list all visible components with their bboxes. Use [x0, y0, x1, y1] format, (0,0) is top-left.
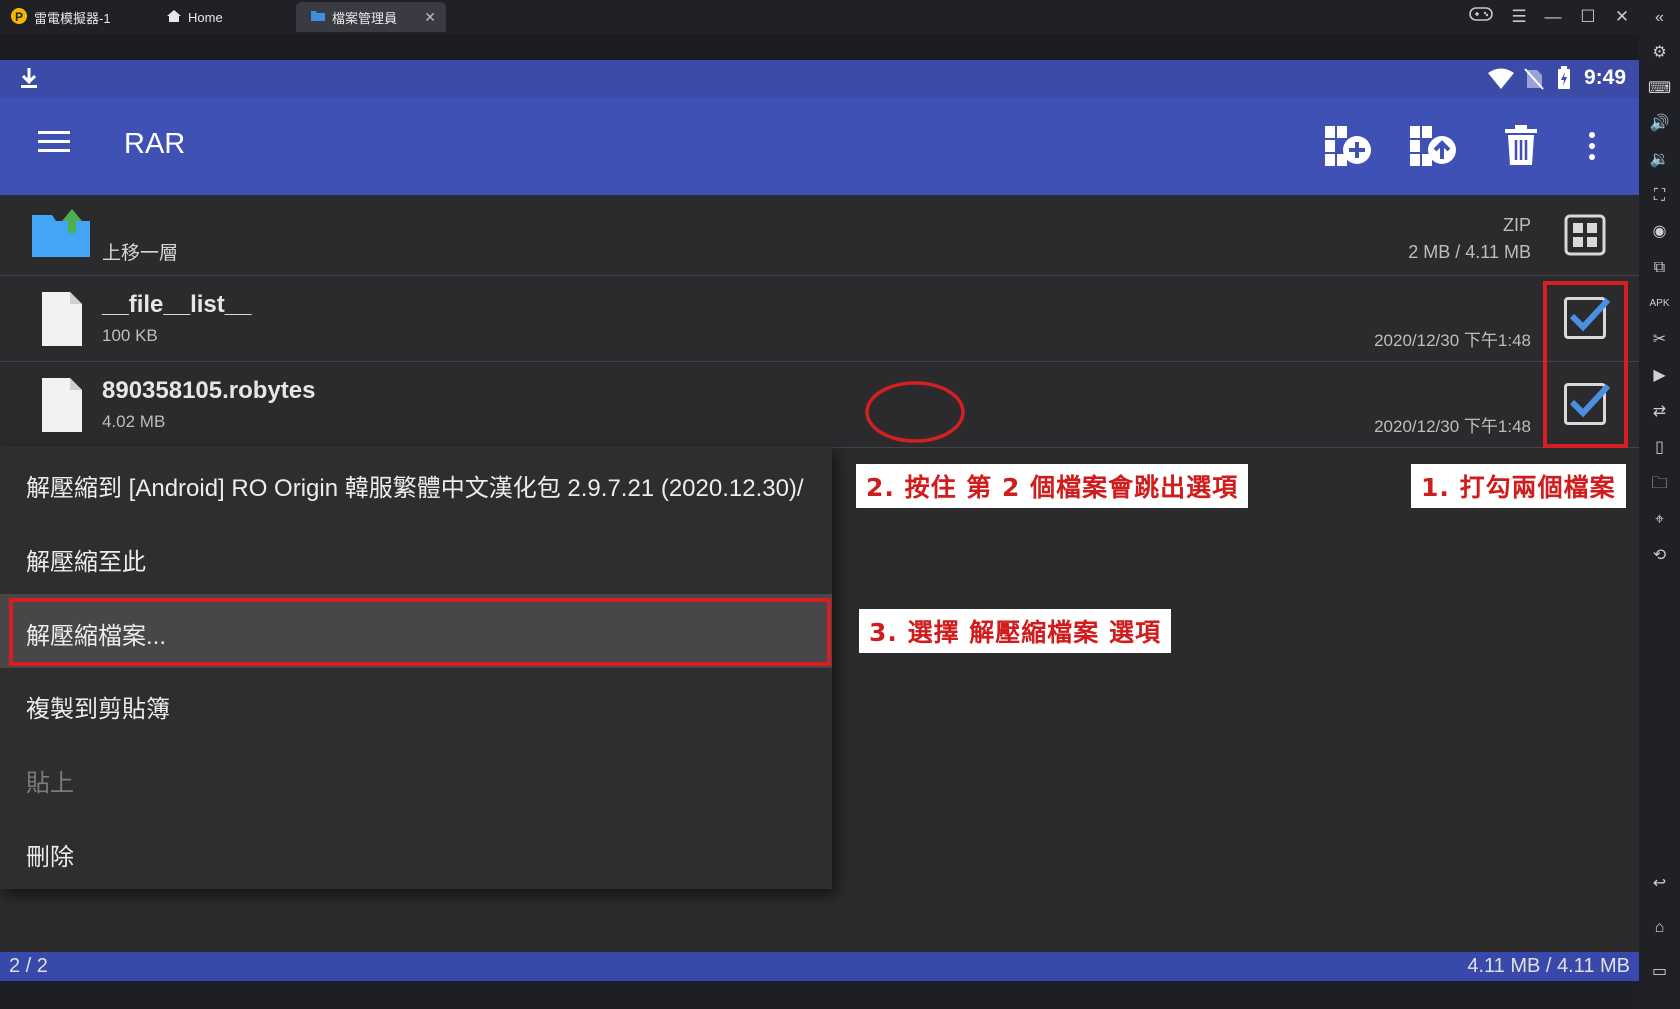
file-icon — [40, 290, 84, 353]
ldplayer-logo-icon: P — [10, 7, 28, 28]
keyboard-icon[interactable]: ⌨ — [1639, 79, 1680, 99]
file-icon — [40, 376, 84, 439]
folder-up-icon — [30, 207, 92, 264]
tab-label: Home — [188, 9, 223, 25]
checkbox-highlight-box — [1543, 281, 1628, 448]
tab-label: 雷電模擬器-1 — [34, 10, 111, 26]
shake-icon[interactable]: ▯ — [1639, 438, 1680, 458]
collapse-sidebar-icon[interactable]: « — [1639, 8, 1680, 28]
file-size: 100 KB — [102, 326, 158, 345]
file-row[interactable]: __file__list__ 100 KB 2020/12/30 下午1:48 — [0, 276, 1639, 362]
home-icon — [166, 9, 182, 26]
more-options-icon[interactable] — [1588, 132, 1596, 165]
selection-total-size: 4.11 MB / 4.11 MB — [1467, 955, 1630, 977]
menu-item-highlight-box — [9, 598, 831, 666]
annotation-step-2: 2. 按住 第 2 個檔案會跳出選項 — [856, 464, 1249, 508]
archive-type: ZIP — [1502, 215, 1531, 235]
tab-file-manager[interactable]: 檔案管理員 ✕ — [296, 2, 446, 32]
file-date: 2020/12/30 下午1:48 — [1374, 331, 1531, 350]
menu-item-paste: 貼上 — [26, 770, 74, 797]
scissors-icon[interactable]: ✂ — [1639, 330, 1680, 350]
menu-item-extract-to-folder[interactable]: 解壓縮到 [Android] RO Origin 韓服繁體中文漢化包 2.9.7… — [26, 468, 804, 503]
menu-item-delete[interactable]: 刪除 — [26, 837, 74, 872]
folder-icon — [310, 9, 326, 25]
annotation-step-1: 1. 打勾兩個檔案 — [1411, 464, 1626, 508]
multi-instance-icon[interactable]: ⧉ — [1639, 258, 1680, 278]
file-date: 2020/12/30 下午1:48 — [1374, 417, 1531, 436]
context-menu: 解壓縮到 [Android] RO Origin 韓服繁體中文漢化包 2.9.7… — [0, 446, 832, 889]
sync-icon[interactable]: ⇄ — [1639, 402, 1680, 422]
video-icon[interactable]: ▶ — [1639, 366, 1680, 386]
back-icon[interactable]: ↩ — [1639, 874, 1680, 894]
maximize-icon[interactable]: ☐ — [1577, 6, 1599, 28]
folder-icon[interactable]: 🗀 — [1639, 474, 1680, 494]
page-title: RAR — [124, 128, 186, 160]
annotation-step-3: 3. 選擇 解壓縮檔案 選項 — [859, 609, 1172, 653]
tab-home[interactable]: Home — [166, 2, 223, 32]
svg-text:P: P — [15, 10, 23, 24]
minimize-icon[interactable]: — — [1542, 6, 1564, 28]
download-icon — [18, 66, 40, 95]
recents-icon[interactable]: ▭ — [1639, 962, 1680, 982]
selection-count: 2 / 2 — [9, 955, 48, 977]
emulator-titlebar: P 雷電模擬器-1 Home 檔案管理員 ✕ ☰ — ☐ ✕ — [0, 0, 1680, 34]
screenshot-icon[interactable]: ⛶ — [1639, 186, 1680, 206]
tab-ldplayer[interactable]: P 雷電模擬器-1 — [10, 2, 111, 32]
delete-icon[interactable] — [1503, 124, 1539, 171]
clock: 9:49 — [1584, 66, 1627, 89]
grid-view-icon[interactable] — [1564, 214, 1606, 261]
long-press-marker — [865, 381, 965, 443]
emulator-bottom-edge — [0, 981, 1639, 1009]
menu-icon[interactable]: ☰ — [1508, 6, 1530, 28]
emulator-sidebar: « ⚙ ⌨ 🔊 🔉 ⛶ ◉ ⧉ APK ✂ ▶ ⇄ ▯ 🗀 ⌖ ⟲ ↩ ⌂ ▭ — [1639, 9, 1680, 1009]
close-window-icon[interactable]: ✕ — [1611, 6, 1633, 28]
add-to-archive-icon[interactable] — [1323, 122, 1375, 173]
home-icon[interactable]: ⌂ — [1639, 918, 1680, 938]
battery-charging-icon — [1557, 66, 1571, 95]
file-name: __file__list__ — [102, 291, 252, 318]
apk-icon[interactable]: APK — [1639, 294, 1680, 314]
close-tab-icon[interactable]: ✕ — [424, 9, 436, 26]
menu-item-extract-here[interactable]: 解壓縮至此 — [26, 542, 146, 577]
file-size: 4.02 MB — [102, 412, 166, 431]
volume-down-icon[interactable]: 🔉 — [1639, 150, 1680, 170]
wifi-icon — [1487, 68, 1515, 95]
location-icon[interactable]: ⌖ — [1639, 510, 1680, 530]
archive-size: 2 MB / 4.11 MB — [1408, 242, 1531, 262]
tab-label: 檔案管理員 — [332, 10, 398, 26]
android-status-bar: 9:49 — [0, 60, 1639, 98]
hamburger-menu-icon[interactable] — [38, 129, 70, 160]
file-row[interactable]: 890358105.robytes 4.02 MB 2020/12/30 下午1… — [0, 362, 1639, 448]
record-icon[interactable]: ◉ — [1639, 222, 1680, 242]
file-name: 890358105.robytes — [102, 377, 316, 404]
extract-icon[interactable] — [1408, 122, 1460, 173]
volume-up-icon[interactable]: 🔊 — [1639, 114, 1680, 134]
settings-icon[interactable]: ⚙ — [1639, 43, 1680, 63]
rotate-icon[interactable]: ⟲ — [1639, 546, 1680, 566]
gamepad-icon[interactable] — [1469, 6, 1493, 28]
parent-folder-row[interactable]: 上移一層 ZIP 2 MB / 4.11 MB — [0, 195, 1639, 276]
parent-folder-label: 上移一層 — [102, 243, 179, 264]
selection-footer: 2 / 2 4.11 MB / 4.11 MB — [0, 952, 1639, 981]
no-sim-icon — [1524, 68, 1544, 95]
menu-item-copy-to-clipboard[interactable]: 複製到剪貼簿 — [26, 689, 170, 724]
app-bar: RAR — [0, 98, 1639, 195]
